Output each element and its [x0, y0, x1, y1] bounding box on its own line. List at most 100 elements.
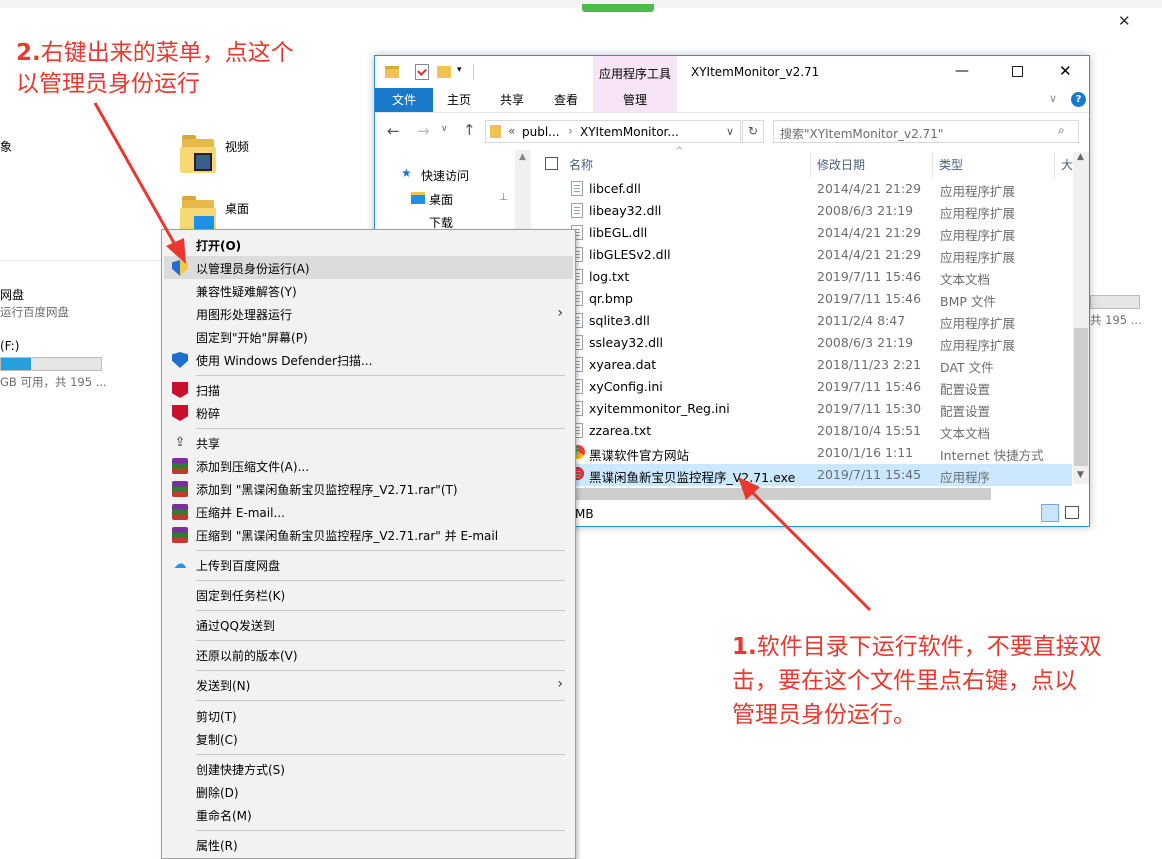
back-button[interactable]: ← [387, 122, 400, 140]
file-row[interactable]: xyarea.dat 2018/11/23 2:21 DAT 文件 [535, 354, 1072, 376]
search-input[interactable]: 搜索"XYItemMonitor_v2.71" ⌕ [773, 120, 1079, 143]
file-type: 应用程序扩展 [940, 250, 1016, 265]
file-row[interactable]: ssleay32.dll 2008/6/3 21:19 应用程序扩展 [535, 332, 1072, 354]
context-tab-header: 应用程序工具 [593, 56, 677, 88]
tab-file[interactable]: 文件 [375, 88, 433, 112]
col-type[interactable]: 类型 [939, 156, 963, 173]
file-row[interactable]: 黑谍软件官方网站 2010/1/16 1:11 Internet 快捷方式 [535, 442, 1072, 464]
bg-item-partial: 象 [0, 140, 13, 154]
menu-send-to[interactable]: 发送到(N) › [164, 673, 573, 696]
nav-quick-access[interactable]: 快速访问 [421, 167, 469, 184]
properties-icon[interactable] [415, 64, 429, 80]
menu-open[interactable]: 打开(O) [164, 233, 573, 256]
drive-usage-bar-right [1090, 295, 1140, 309]
new-folder-icon[interactable] [437, 66, 451, 78]
file-date: 2019/7/11 15:46 [817, 379, 922, 394]
file-row[interactable]: zzarea.txt 2018/10/4 15:51 文本文档 [535, 420, 1072, 442]
title-bar[interactable]: ▾ 应用程序工具 XYItemMonitor_v2.71 — ✕ [375, 56, 1089, 88]
up-button[interactable]: ↑ [463, 121, 476, 139]
menu-share[interactable]: ⇪ 共享 [164, 431, 573, 454]
file-date: 2019/7/11 15:46 [817, 269, 922, 284]
tab-manage[interactable]: 管理 [593, 88, 677, 112]
address-bar[interactable]: « publ... › XYItemMonitor... ∨ [485, 120, 741, 143]
file-date: 2008/6/3 21:19 [817, 203, 914, 218]
menu-cut[interactable]: 剪切(T) [164, 704, 573, 727]
video-folder-icon[interactable] [180, 135, 216, 173]
menu-properties[interactable]: 属性(R) [164, 833, 573, 856]
file-scrollbar[interactable]: ▲ ▼ [1073, 152, 1089, 484]
file-row[interactable]: libEGL.dll 2014/4/21 21:29 应用程序扩展 [535, 222, 1072, 244]
menu-compatibility[interactable]: 兼容性疑难解答(Y) [164, 279, 573, 302]
col-size[interactable]: 大 [1061, 156, 1073, 173]
bg-video-label[interactable]: 视频 [225, 138, 249, 155]
menu-restore-versions[interactable]: 还原以前的版本(V) [164, 643, 573, 666]
menu-add-rar[interactable]: 添加到 "黑谍闲鱼新宝贝监控程序_V2.71.rar"(T) [164, 477, 573, 500]
h-scrollbar[interactable] [571, 488, 991, 500]
breadcrumb-publ[interactable]: publ... [522, 125, 560, 139]
pin-icon: ⊥ [499, 192, 508, 203]
address-overflow[interactable]: « [508, 124, 515, 138]
details-view-button[interactable] [1041, 504, 1059, 522]
minimize-button[interactable]: — [955, 63, 969, 79]
file-row[interactable]: log.txt 2019/7/11 15:46 文本文档 [535, 266, 1072, 288]
refresh-button[interactable]: ↻ [742, 120, 764, 143]
file-row[interactable]: qr.bmp 2019/7/11 15:46 BMP 文件 [535, 288, 1072, 310]
bg-drive-label[interactable]: (F:) [0, 339, 19, 353]
qat-dropdown-icon[interactable]: ▾ [457, 65, 462, 75]
bg-netdisk-label[interactable]: 网盘 [0, 286, 24, 303]
bg-desktop-label[interactable]: 桌面 [225, 200, 249, 217]
menu-pin-taskbar[interactable]: 固定到任务栏(K) [164, 583, 573, 606]
file-row[interactable]: libGLESv2.dll 2014/4/21 21:29 应用程序扩展 [535, 244, 1072, 266]
select-all-checkbox[interactable] [545, 157, 558, 170]
file-type: 配置设置 [940, 382, 991, 397]
menu-separator [196, 610, 565, 611]
menu-rename[interactable]: 重命名(M) [164, 803, 573, 826]
scroll-down-icon[interactable]: ▼ [1077, 470, 1084, 480]
file-type: 应用程序扩展 [940, 316, 1016, 331]
menu-create-shortcut[interactable]: 创建快捷方式(S) [164, 757, 573, 780]
file-row[interactable]: libeay32.dll 2008/6/3 21:19 应用程序扩展 [535, 200, 1072, 222]
menu-zip-rar-email[interactable]: 压缩到 "黑谍闲鱼新宝贝监控程序_V2.71.rar" 并 E-mail [164, 523, 573, 546]
breadcrumb-current[interactable]: XYItemMonitor... [580, 125, 679, 139]
menu-separator [196, 550, 565, 551]
file-row[interactable]: 黑谍闲鱼新宝贝监控程序_V2.71.exe 2019/7/11 15:45 应用程序 [535, 464, 1072, 486]
menu-delete[interactable]: 删除(D) [164, 780, 573, 803]
menu-run-as-admin[interactable]: 以管理员身份运行(A) [164, 256, 573, 279]
tab-share[interactable]: 共享 [485, 88, 539, 112]
menu-run-with-gpu[interactable]: 用图形处理器运行 › [164, 302, 573, 325]
menu-scan[interactable]: 扫描 [164, 378, 573, 401]
nav-desktop[interactable]: 桌面 [429, 191, 453, 208]
file-row[interactable]: xyConfig.ini 2019/7/11 15:46 配置设置 [535, 376, 1072, 398]
file-row[interactable]: sqlite3.dll 2011/2/4 8:47 应用程序扩展 [535, 310, 1072, 332]
file-row[interactable]: xyitemmonitor_Reg.ini 2019/7/11 15:30 配置设置 [535, 398, 1072, 420]
file-row[interactable]: libcef.dll 2014/4/21 21:29 应用程序扩展 [535, 178, 1072, 200]
menu-defender-scan[interactable]: 使用 Windows Defender扫描... [164, 348, 573, 371]
menu-pin-start[interactable]: 固定到"开始"屏幕(P) [164, 325, 573, 348]
scroll-up-icon[interactable]: ▲ [1077, 152, 1084, 162]
menu-shred[interactable]: 粉碎 [164, 401, 573, 424]
large-icons-view-button[interactable] [1065, 506, 1079, 519]
menu-qq-send[interactable]: 通过QQ发送到 [164, 613, 573, 636]
qat-divider [473, 64, 474, 80]
col-date[interactable]: 修改日期 [817, 156, 865, 173]
file-date: 2014/4/21 21:29 [817, 247, 922, 262]
address-folder-icon [490, 125, 501, 138]
recent-dropdown-icon[interactable]: ∨ [441, 124, 448, 134]
menu-zip-email[interactable]: 压缩并 E-mail... [164, 500, 573, 523]
background-close-icon[interactable]: ✕ [1118, 12, 1131, 30]
ribbon-expand-icon[interactable]: ∨ [1049, 92, 1057, 105]
tab-home[interactable]: 主页 [433, 88, 485, 112]
address-dropdown-icon[interactable]: ∨ [726, 125, 734, 138]
menu-copy[interactable]: 复制(C) [164, 727, 573, 750]
menu-add-archive[interactable]: 添加到压缩文件(A)... [164, 454, 573, 477]
maximize-button[interactable] [1012, 66, 1023, 77]
menu-baidu-upload[interactable]: ☁ 上传到百度网盘 [164, 553, 573, 576]
close-button[interactable]: ✕ [1059, 62, 1072, 80]
col-name[interactable]: 名称 [569, 156, 593, 173]
scroll-thumb[interactable] [1074, 328, 1088, 466]
tab-view[interactable]: 查看 [539, 88, 593, 112]
baidu-cloud-icon: ☁ [173, 557, 187, 572]
forward-button[interactable]: → [417, 122, 430, 140]
file-icon [571, 203, 583, 218]
help-icon[interactable]: ? [1071, 92, 1086, 107]
